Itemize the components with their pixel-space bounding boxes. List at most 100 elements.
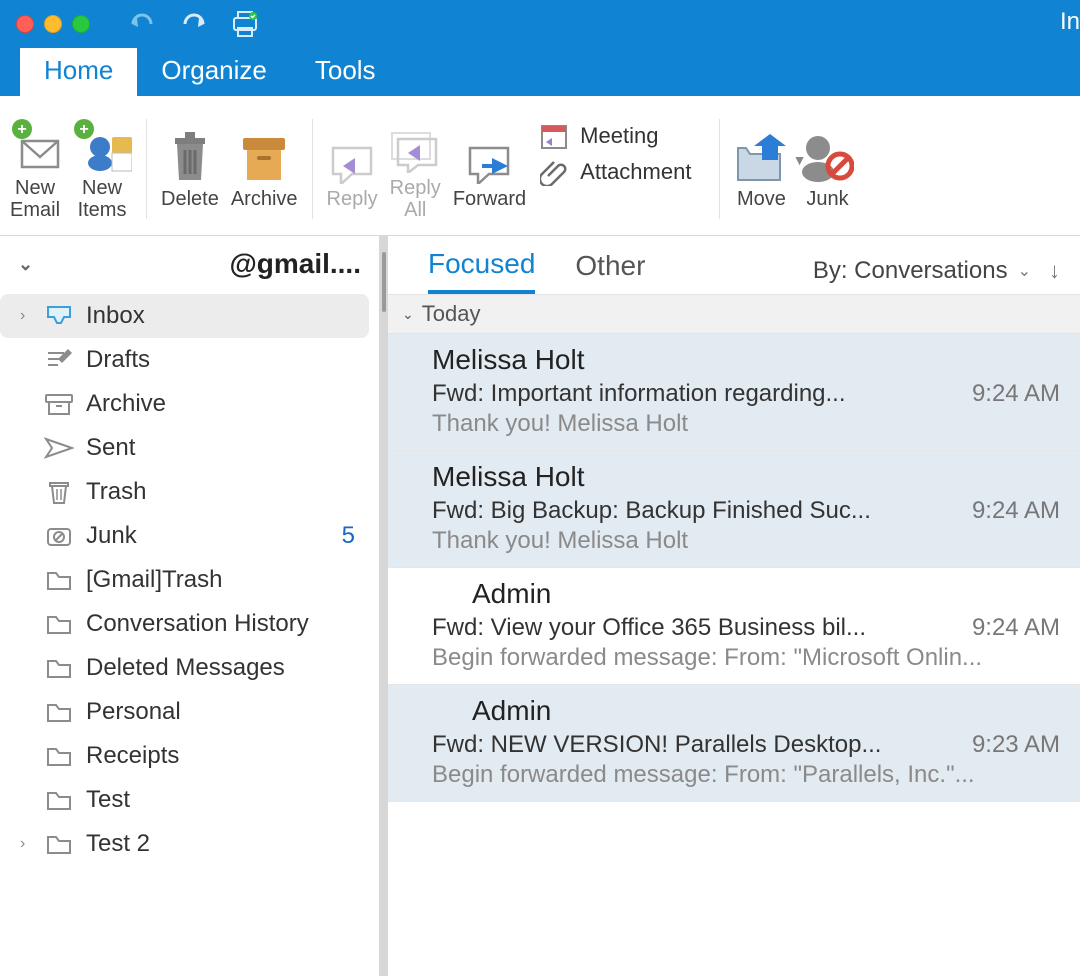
close-window-button[interactable] xyxy=(16,15,34,33)
folder-label: Personal xyxy=(86,698,369,726)
folder-icon xyxy=(44,699,74,725)
forward-button[interactable]: Forward xyxy=(447,128,532,210)
folder-label: Drafts xyxy=(86,346,369,374)
reply-icon xyxy=(327,128,377,184)
folder-sent[interactable]: Sent xyxy=(0,426,369,470)
folder-personal[interactable]: Personal xyxy=(0,690,369,734)
folder-icon xyxy=(44,655,74,681)
message-subject: Fwd: NEW VERSION! Parallels Desktop... xyxy=(432,731,952,759)
attachment-label: Attachment xyxy=(580,159,691,185)
reply-label: Reply xyxy=(327,188,378,210)
svg-text:+: + xyxy=(17,121,26,138)
junk-icon xyxy=(44,523,74,549)
tab-home[interactable]: Home xyxy=(20,45,137,96)
message-time: 9:24 AM xyxy=(972,614,1060,642)
message-subject: Fwd: Important information regarding... xyxy=(432,380,952,408)
message-time: 9:24 AM xyxy=(972,380,1060,408)
archive-button[interactable]: Archive xyxy=(225,128,304,210)
message-preview: Begin forwarded message: From: "Parallel… xyxy=(432,761,1060,789)
message-from: Admin xyxy=(432,578,1060,610)
folder-label: Deleted Messages xyxy=(86,654,369,682)
group-header-today[interactable]: ⌄ Today xyxy=(388,294,1080,334)
reply-button[interactable]: Reply xyxy=(321,128,384,210)
folder-archive[interactable]: Archive xyxy=(0,382,369,426)
folder-test-2[interactable]: ›Test 2 xyxy=(0,822,369,866)
folder-label: Receipts xyxy=(86,742,369,770)
message-preview: Thank you! Melissa Holt xyxy=(432,410,1060,438)
folder-label: Inbox xyxy=(86,302,369,330)
message-row[interactable]: Melissa HoltFwd: Big Backup: Backup Fini… xyxy=(388,451,1080,568)
minimize-window-button[interactable] xyxy=(44,15,62,33)
titlebar: In xyxy=(0,0,1080,48)
svg-text:+: + xyxy=(79,121,88,138)
folder-label: [Gmail]Trash xyxy=(86,566,369,594)
tab-focused[interactable]: Focused xyxy=(428,248,535,294)
print-button[interactable] xyxy=(230,10,260,38)
splitter[interactable] xyxy=(380,236,388,976)
chevron-down-icon: ⌄ xyxy=(402,306,414,323)
folder-count: 5 xyxy=(342,522,355,550)
new-email-button[interactable]: + New Email xyxy=(4,117,66,221)
account-header[interactable]: ⌄ @gmail.... xyxy=(0,236,379,292)
meeting-button[interactable]: Meeting xyxy=(540,122,691,150)
message-preview: Begin forwarded message: From: "Microsof… xyxy=(432,644,1060,672)
folder-label: Archive xyxy=(86,390,369,418)
chevron-right-icon: › xyxy=(20,835,25,853)
folder-drafts[interactable]: Drafts xyxy=(0,338,369,382)
folder-junk[interactable]: Junk 5 xyxy=(0,514,369,558)
reply-all-icon xyxy=(390,117,440,173)
redo-button[interactable] xyxy=(180,13,206,35)
reply-all-button[interactable]: Reply All xyxy=(384,117,447,221)
folder--gmail-trash[interactable]: [Gmail]Trash xyxy=(0,558,369,602)
account-name: @gmail.... xyxy=(33,248,361,280)
calendar-meeting-icon xyxy=(540,122,570,150)
folder-inbox[interactable]: ›Inbox xyxy=(0,294,369,338)
move-button[interactable]: Move ▼ xyxy=(728,128,794,210)
window-controls xyxy=(16,15,90,33)
chevron-down-icon[interactable]: ▼ xyxy=(793,152,807,168)
maximize-window-button[interactable] xyxy=(72,15,90,33)
message-list-pane: Focused Other By: Conversations ⌄ ↓ ⌄ To… xyxy=(388,236,1080,976)
message-subject: Fwd: View your Office 365 Business bil..… xyxy=(432,614,952,642)
reply-all-label: Reply All xyxy=(390,177,441,221)
main-area: ⌄ @gmail.... ›InboxDraftsArchiveSentTras… xyxy=(0,236,1080,976)
folder-pane: ⌄ @gmail.... ›InboxDraftsArchiveSentTras… xyxy=(0,236,380,976)
ribbon: + New Email + New Items Delete Archive R… xyxy=(0,96,1080,236)
message-row[interactable]: Admin Fwd: View your Office 365 Business … xyxy=(388,568,1080,685)
folder-test[interactable]: Test xyxy=(0,778,369,822)
message-time: 9:23 AM xyxy=(972,731,1060,759)
undo-button[interactable] xyxy=(130,13,156,35)
message-list-header: Focused Other By: Conversations ⌄ ↓ xyxy=(388,236,1080,294)
ribbon-invite-group: Meeting Attachment xyxy=(532,122,699,186)
folder-receipts[interactable]: Receipts xyxy=(0,734,369,778)
sort-label: By: Conversations xyxy=(813,257,1008,285)
sent-icon xyxy=(44,435,74,461)
delete-button[interactable]: Delete xyxy=(155,128,225,210)
message-row[interactable]: AdminFwd: NEW VERSION! Parallels Desktop… xyxy=(388,685,1080,802)
new-items-button[interactable]: + New Items xyxy=(66,117,138,221)
junk-button[interactable]: Junk xyxy=(794,128,860,210)
window-title-fragment: In xyxy=(1060,8,1080,36)
folder-deleted-messages[interactable]: Deleted Messages xyxy=(0,646,369,690)
folder-label: Sent xyxy=(86,434,369,462)
paperclip-icon xyxy=(540,158,570,186)
forward-label: Forward xyxy=(453,188,526,210)
message-from: Melissa Holt xyxy=(432,461,1060,493)
new-items-label: New Items xyxy=(78,177,127,221)
tab-other[interactable]: Other xyxy=(575,250,645,292)
folder-conversation-history[interactable]: Conversation History xyxy=(0,602,369,646)
tab-organize[interactable]: Organize xyxy=(137,45,291,96)
folder-label: Junk xyxy=(86,522,330,550)
trash-icon xyxy=(44,479,74,505)
ribbon-tabbar: Home Organize Tools xyxy=(0,48,1080,96)
inbox-icon xyxy=(44,303,74,329)
sort-button[interactable]: By: Conversations ⌄ ↓ xyxy=(813,257,1060,285)
arrow-down-icon[interactable]: ↓ xyxy=(1049,258,1060,284)
meeting-label: Meeting xyxy=(580,123,658,149)
archive-icon xyxy=(241,128,287,184)
tab-tools[interactable]: Tools xyxy=(291,45,400,96)
attachment-button[interactable]: Attachment xyxy=(540,158,691,186)
message-row[interactable]: Melissa HoltFwd: Important information r… xyxy=(388,334,1080,451)
forward-icon xyxy=(464,128,514,184)
folder-trash[interactable]: Trash xyxy=(0,470,369,514)
